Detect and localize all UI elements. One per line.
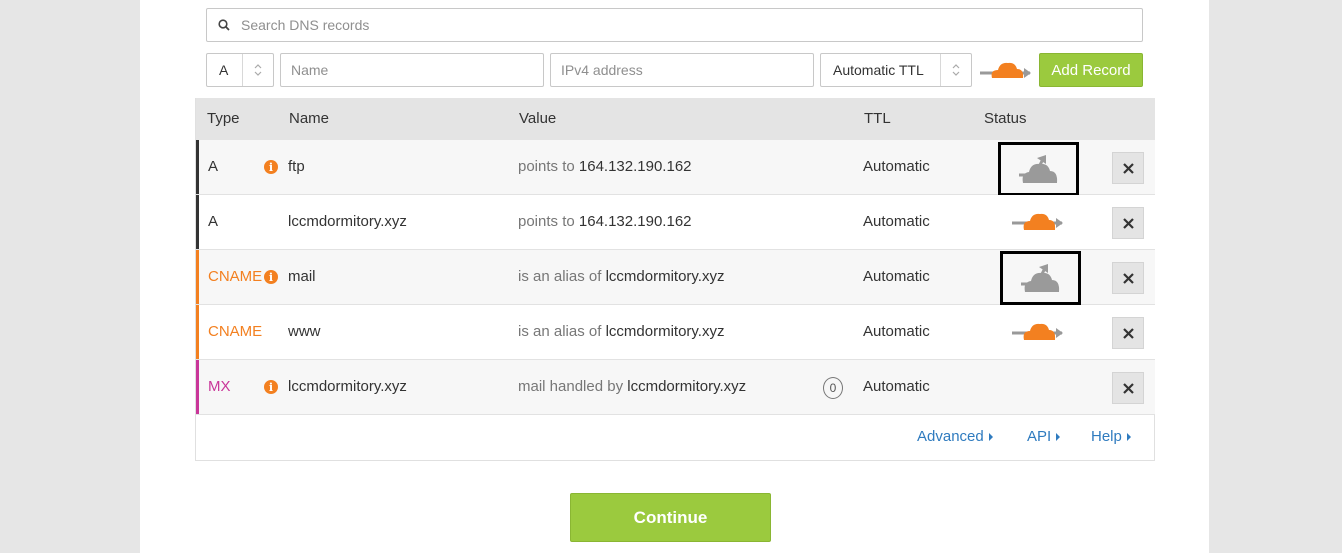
record-type: CNAME: [208, 268, 263, 285]
record-name[interactable]: mail: [288, 268, 316, 285]
record-value[interactable]: is an alias of lccmdormitory.xyz: [518, 268, 724, 285]
advanced-link[interactable]: Advanced: [917, 428, 993, 445]
help-link-label: Help: [1091, 428, 1122, 445]
record-type: A: [208, 158, 219, 175]
record-type-select[interactable]: A: [206, 53, 274, 87]
caret-right-icon: [1056, 432, 1061, 441]
value-text: 164.132.190.162: [578, 213, 692, 230]
type-color-bar: [196, 305, 199, 359]
caret-right-icon: [988, 432, 993, 441]
value-prefix: is an alias of: [518, 323, 602, 340]
type-color-bar: [196, 360, 199, 414]
value-prefix: is an alias of: [518, 268, 602, 285]
header-name: Name: [289, 110, 330, 127]
info-icon[interactable]: i: [264, 160, 278, 174]
search-box[interactable]: [206, 8, 1143, 42]
record-value[interactable]: points to 164.132.190.162: [518, 213, 692, 230]
record-name[interactable]: www: [288, 323, 321, 340]
record-value[interactable]: is an alias of lccmdormitory.xyz: [518, 323, 724, 340]
dns-records-table: Type Name Value TTL Status A i ftp point…: [195, 98, 1155, 461]
value-text: lccmdormitory.xyz: [627, 378, 747, 395]
status-proxied-orange-cloud-icon[interactable]: [1012, 210, 1066, 238]
name-input[interactable]: [281, 55, 543, 85]
header-value: Value: [519, 110, 557, 127]
value-text: 164.132.190.162: [578, 158, 692, 175]
value-text: lccmdormitory.xyz: [605, 323, 725, 340]
status-dns-only-cloud-icon[interactable]: [998, 142, 1079, 196]
info-icon[interactable]: i: [264, 270, 278, 284]
type-color-bar: [196, 195, 199, 249]
record-type-value: A: [219, 62, 229, 78]
value-prefix: points to: [518, 158, 575, 175]
record-value[interactable]: mail handled by lccmdormitory.xyz: [518, 378, 746, 395]
type-color-bar: [196, 250, 199, 304]
status-proxied-orange-cloud-icon[interactable]: [1012, 320, 1066, 348]
help-link[interactable]: Help: [1091, 428, 1131, 445]
search-icon: [207, 9, 241, 41]
ttl-select[interactable]: Automatic TTL: [820, 53, 972, 87]
table-row: A i ftp points to 164.132.190.162 Automa…: [196, 140, 1155, 196]
header-status: Status: [984, 110, 1027, 127]
proxy-toggle-orange-cloud-icon[interactable]: [980, 58, 1034, 87]
record-type: A: [208, 213, 219, 230]
api-link[interactable]: API: [1027, 428, 1061, 445]
delete-record-close-icon[interactable]: [1112, 152, 1144, 184]
value-prefix: mail handled by: [518, 378, 624, 395]
header-ttl: TTL: [864, 110, 891, 127]
header-type: Type: [207, 110, 240, 127]
api-link-label: API: [1027, 428, 1052, 445]
mx-priority-badge[interactable]: 0: [823, 377, 843, 399]
continue-button[interactable]: Continue: [570, 493, 771, 542]
record-ttl[interactable]: Automatic: [863, 323, 930, 340]
record-value[interactable]: points to 164.132.190.162: [518, 158, 692, 175]
value-field-wrap: [550, 53, 814, 87]
record-name[interactable]: lccmdormitory.xyz: [288, 213, 407, 230]
record-ttl[interactable]: Automatic: [863, 158, 930, 175]
record-name[interactable]: ftp: [288, 158, 305, 175]
search-input[interactable]: [241, 10, 1142, 40]
ipv4-address-input[interactable]: [551, 55, 813, 85]
name-field-wrap: [280, 53, 544, 87]
delete-record-close-icon[interactable]: [1112, 317, 1144, 349]
value-prefix: points to: [518, 213, 575, 230]
table-row: MX i lccmdormitory.xyz mail handled by l…: [196, 360, 1155, 415]
status-dns-only-cloud-icon[interactable]: [1000, 251, 1081, 305]
select-stepper-icon: [242, 54, 273, 86]
record-ttl[interactable]: Automatic: [863, 378, 930, 395]
record-type: CNAME: [208, 323, 263, 340]
delete-record-close-icon[interactable]: [1112, 207, 1144, 239]
record-ttl[interactable]: Automatic: [863, 213, 930, 230]
table-row: CNAME www is an alias of lccmdormitory.x…: [196, 305, 1155, 360]
delete-record-close-icon[interactable]: [1112, 372, 1144, 404]
record-ttl[interactable]: Automatic: [863, 268, 930, 285]
add-record-button[interactable]: Add Record: [1039, 53, 1143, 87]
value-text: lccmdormitory.xyz: [605, 268, 725, 285]
table-row: CNAME i mail is an alias of lccmdormitor…: [196, 250, 1155, 305]
record-name[interactable]: lccmdormitory.xyz: [288, 378, 407, 395]
record-type: MX: [208, 378, 231, 395]
ttl-value: Automatic TTL: [833, 62, 924, 78]
caret-right-icon: [1126, 432, 1131, 441]
table-row: A lccmdormitory.xyz points to 164.132.19…: [196, 195, 1155, 250]
table-header: Type Name Value TTL Status: [196, 98, 1155, 140]
select-stepper-icon: [940, 54, 971, 86]
advanced-link-label: Advanced: [917, 428, 984, 445]
delete-record-close-icon[interactable]: [1112, 262, 1144, 294]
info-icon[interactable]: i: [264, 380, 278, 394]
type-color-bar: [196, 140, 199, 194]
